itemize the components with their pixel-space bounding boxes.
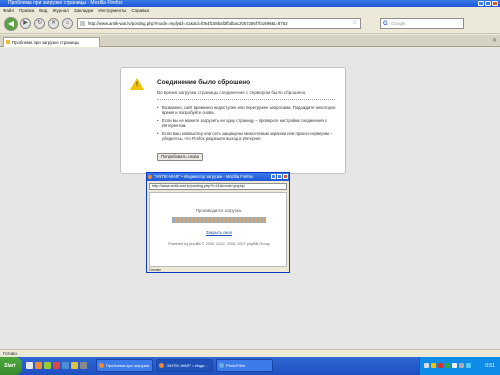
- error-suggestions: Возможно, сайт временно недоступен или п…: [157, 105, 339, 144]
- menu-tools[interactable]: Инструменты: [98, 7, 126, 14]
- error-panel: ! Соединение было сброшено Во время загр…: [120, 67, 346, 174]
- window-controls: [478, 1, 498, 6]
- stop-button[interactable]: ✕: [48, 18, 59, 29]
- suggestion-item: Если вы не можете загрузить ни одну стра…: [157, 118, 339, 128]
- popup-status: Готово: [149, 268, 161, 272]
- popup-title: "ANTIK-WAR" • Индикатор загрузки - Mozil…: [154, 174, 254, 179]
- suggestion-item: Если ваш компьютер или сеть защищены меж…: [157, 131, 339, 141]
- progress-text: Производится загрузка.: [195, 208, 242, 213]
- firefox-icon: [148, 175, 152, 179]
- popup-titlebar[interactable]: "ANTIK-WAR" • Индикатор загрузки - Mozil…: [147, 173, 289, 181]
- menu-view[interactable]: Вид: [39, 7, 47, 14]
- tray-icon[interactable]: [424, 363, 429, 368]
- retry-button[interactable]: Попробовать снова: [157, 153, 203, 161]
- firefox-icon: [99, 363, 104, 368]
- tray-icon[interactable]: [445, 363, 450, 368]
- app-quicklaunch-icon[interactable]: [71, 362, 78, 369]
- app-quicklaunch-icon[interactable]: [44, 362, 51, 369]
- bookmark-star-icon[interactable]: ☆: [352, 19, 357, 26]
- app-quicklaunch-icon[interactable]: [53, 362, 60, 369]
- firefox-icon: [159, 363, 164, 368]
- tray-icon[interactable]: [431, 363, 436, 368]
- status-bar: Готово: [0, 349, 500, 357]
- address-bar[interactable]: http://www.antik-war.lv/posting.php?mode…: [77, 18, 361, 29]
- network-icon[interactable]: [466, 363, 471, 368]
- taskbar: Start Проблема при загрузке... "ANTIK-WA…: [0, 357, 500, 375]
- screen: Проблема при загрузке страницы - Mozilla…: [0, 0, 500, 375]
- page-favicon-icon: [80, 21, 85, 26]
- tab-active[interactable]: Проблема при загрузке страницы: [3, 37, 100, 47]
- search-input[interactable]: G Google: [380, 18, 464, 29]
- start-label: Start: [4, 363, 16, 369]
- warning-exclamation: !: [136, 82, 138, 88]
- popup-minimize-button[interactable]: [271, 174, 276, 179]
- close-button[interactable]: [492, 1, 498, 6]
- maximize-button[interactable]: [485, 1, 491, 6]
- tab-label: Проблема при загрузке страницы: [12, 40, 79, 45]
- close-tab-icon[interactable]: ✕: [492, 37, 497, 44]
- start-button[interactable]: Start: [0, 357, 22, 375]
- taskbar-item-firefox-error[interactable]: Проблема при загрузке...: [96, 359, 153, 372]
- suggestion-item: Возможно, сайт временно недоступен или п…: [157, 105, 339, 115]
- progress-bar: [172, 217, 266, 223]
- address-text: http://www.antik-war.lv/posting.php?mode…: [88, 21, 288, 26]
- window-title: Проблема при загрузке страницы - Mozilla…: [8, 0, 123, 6]
- tray-icon[interactable]: [452, 363, 457, 368]
- volume-icon[interactable]: [459, 363, 464, 368]
- menu-file[interactable]: Файл: [3, 7, 14, 14]
- show-desktop-icon[interactable]: [26, 362, 33, 369]
- home-button[interactable]: ⌂: [62, 18, 73, 29]
- app-quicklaunch-icon[interactable]: [62, 362, 69, 369]
- close-window-link[interactable]: Закрыть окно: [150, 230, 288, 235]
- reload-button[interactable]: ↻: [34, 18, 45, 29]
- menu-bar: Файл Правка Вид Журнал Закладки Инструме…: [0, 7, 500, 14]
- divider: [157, 99, 335, 100]
- popup-window-controls: [271, 174, 288, 179]
- status-text: Готово: [3, 351, 17, 356]
- clock[interactable]: 0:51: [485, 357, 495, 375]
- menu-bookmarks[interactable]: Закладки: [74, 7, 93, 14]
- warning-tab-icon: [6, 40, 10, 44]
- error-description: Во время загрузки страницы соединение с …: [157, 90, 307, 95]
- back-button[interactable]: ◀: [4, 17, 18, 31]
- google-icon: G: [383, 21, 388, 27]
- popup-maximize-button[interactable]: [277, 174, 282, 179]
- navigation-toolbar: ◀ ▶ ↻ ✕ ⌂ http://www.antik-war.lv/postin…: [0, 14, 500, 34]
- upload-popup-window: "ANTIK-WAR" • Индикатор загрузки - Mozil…: [146, 172, 290, 273]
- error-title: Соединение было сброшено: [157, 79, 251, 86]
- tab-bar: Проблема при загрузке страницы: [0, 35, 500, 47]
- menu-edit[interactable]: Правка: [19, 7, 34, 14]
- app-quicklaunch-icon[interactable]: [80, 362, 87, 369]
- powered-by-text: Powered by phpBB © 2000, 2002, 2005, 200…: [168, 242, 270, 246]
- popup-address-bar[interactable]: http://www.antik-war.lv/posting.php?f=41…: [149, 183, 287, 190]
- window-titlebar[interactable]: Проблема при загрузке страницы - Mozilla…: [0, 0, 500, 7]
- menu-help[interactable]: Справка: [131, 7, 149, 14]
- system-tray: 0:51: [419, 357, 500, 375]
- taskbar-item-photofiltre[interactable]: PhotoFiltre: [216, 359, 273, 372]
- photofiltre-icon: [219, 363, 224, 368]
- popup-close-button[interactable]: [283, 174, 288, 179]
- tray-icon[interactable]: [438, 363, 443, 368]
- search-placeholder: Google: [391, 21, 406, 26]
- menu-history[interactable]: Журнал: [52, 7, 68, 14]
- taskbar-item-upload-popup[interactable]: "ANTIK-WAR" • Инди...: [156, 359, 213, 372]
- popup-body: Производится загрузка. Закрыть окно Powe…: [149, 192, 287, 267]
- firefox-quicklaunch-icon[interactable]: [35, 362, 42, 369]
- forward-button[interactable]: ▶: [20, 18, 31, 29]
- minimize-button[interactable]: [478, 1, 484, 6]
